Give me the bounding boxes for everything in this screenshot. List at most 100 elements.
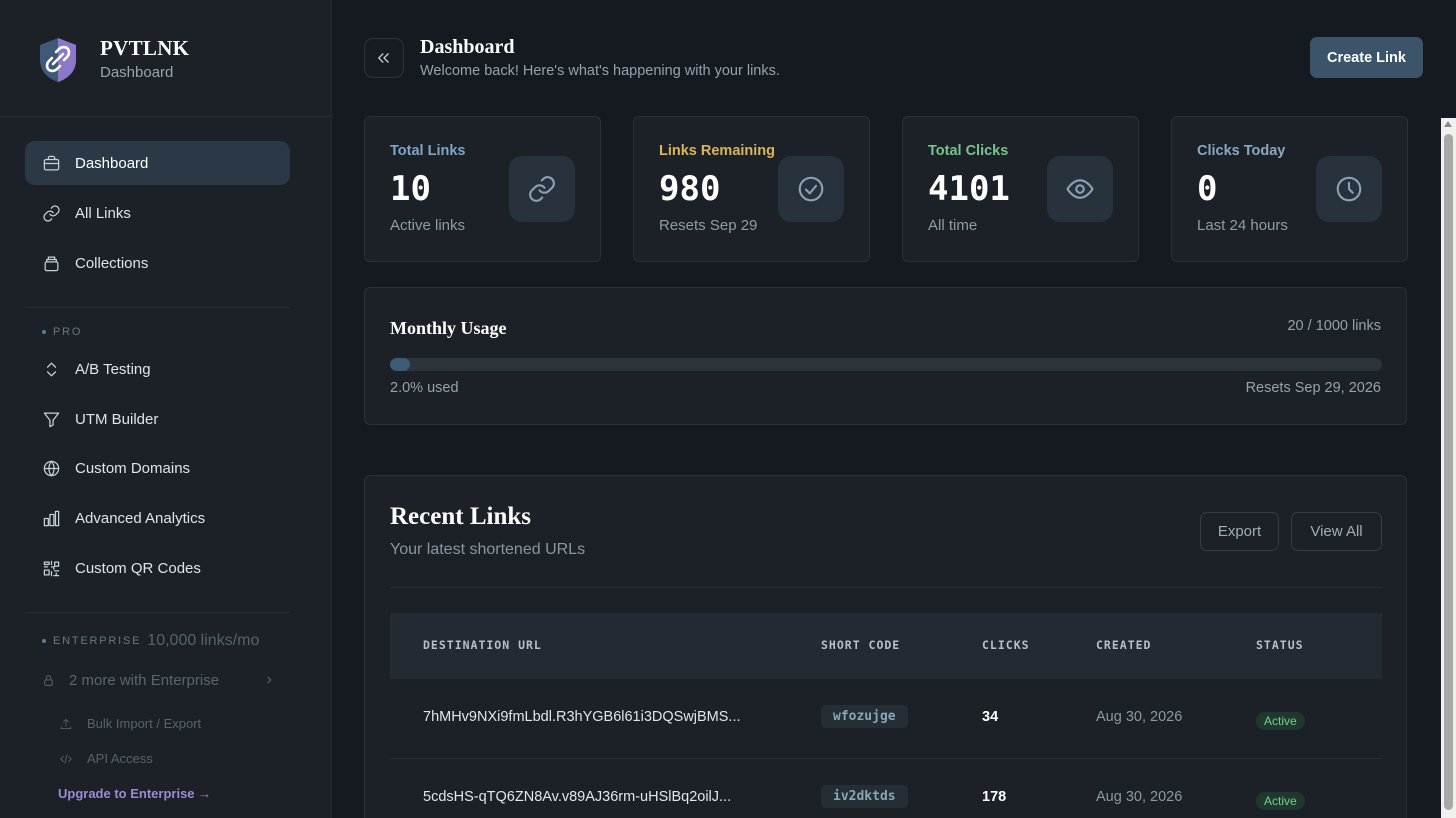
sidebar-item-label: Custom Domains (75, 459, 191, 477)
stat-value: 0 (1197, 169, 1218, 209)
globe-icon (41, 458, 61, 478)
sidebar-item-label: Dashboard (75, 154, 149, 172)
page-subtitle: Welcome back! Here's what's happening wi… (420, 63, 780, 79)
destination-url[interactable]: 5cdsHS-qTQ6ZN8Av.v89AJ36rm-uHSlBq2oilJ..… (423, 789, 731, 805)
sidebar-item-label: Collections (75, 254, 149, 272)
brand-name: PVTLNK (100, 36, 190, 60)
sidebar-item-ab-testing[interactable]: A/B Testing (25, 347, 290, 391)
page-title: Dashboard (420, 36, 515, 58)
enterprise-more-toggle[interactable]: 2 more with Enterprise › (42, 668, 272, 692)
create-link-button[interactable]: Create Link (1310, 37, 1423, 78)
recent-links-divider (390, 587, 1382, 588)
lock-icon (42, 674, 55, 687)
stat-card-links-remaining: Links Remaining 980 Resets Sep 29 (633, 116, 870, 262)
sidebar-item-advanced-analytics[interactable]: Advanced Analytics (25, 496, 290, 540)
recent-links-subtitle: Your latest shortened URLs (390, 541, 586, 558)
filter-icon (41, 409, 61, 429)
brand-subtitle: Dashboard (100, 64, 174, 81)
enterprise-item-bulk-import[interactable]: Bulk Import / Export (59, 716, 201, 731)
recent-links-card: Recent Links Your latest shortened URLs … (364, 475, 1407, 818)
column-header-short-code[interactable]: SHORT CODE (821, 638, 900, 652)
sidebar-item-label: Advanced Analytics (75, 509, 206, 527)
column-header-status[interactable]: STATUS (1256, 638, 1304, 652)
sidebar-item-all-links[interactable]: All Links (25, 191, 290, 235)
stat-value: 980 (659, 169, 721, 209)
usage-progress-bar (390, 358, 1382, 371)
enterprise-item-api-access[interactable]: API Access (59, 751, 153, 766)
stat-note: Last 24 hours (1197, 217, 1288, 234)
stat-value: 10 (390, 169, 431, 209)
view-all-button[interactable]: View All (1291, 512, 1382, 551)
click-count: 178 (982, 789, 1007, 805)
brand[interactable]: PVTLNK Dashboard (36, 36, 189, 86)
created-date: Aug 30, 2026 (1096, 709, 1183, 725)
chevrons-left-icon (377, 53, 389, 63)
enterprise-item-label: API Access (87, 751, 153, 766)
layers-icon (41, 253, 61, 273)
sidebar-divider (0, 116, 332, 117)
pro-section-label: PRO (42, 326, 82, 338)
monthly-usage-card: Monthly Usage 20 / 1000 links 2.0% used … (364, 287, 1407, 425)
table-header: DESTINATION URL SHORT CODE CLICKS CREATE… (390, 613, 1382, 679)
sidebar-item-dashboard[interactable]: Dashboard (25, 141, 290, 185)
stat-label: Clicks Today (1197, 143, 1286, 159)
recent-links-table: DESTINATION URL SHORT CODE CLICKS CREATE… (390, 613, 1382, 818)
click-count: 34 (982, 709, 999, 725)
chevron-right-icon: › (266, 671, 272, 688)
stat-card-total-links: Total Links 10 Active links (364, 116, 601, 262)
sidebar-item-collections[interactable]: Collections (25, 241, 290, 285)
stat-note: All time (928, 217, 978, 234)
enterprise-item-label: Bulk Import / Export (87, 716, 202, 731)
table-row[interactable]: 7hMHv9NXi9fmLbdl.R3hYGB6l61i3DQSwjBMS...… (390, 679, 1382, 759)
sidebar-item-label: UTM Builder (75, 410, 159, 428)
column-header-created[interactable]: CREATED (1096, 638, 1151, 652)
sidebar-item-label: All Links (75, 204, 131, 222)
chevrons-up-down-icon (41, 359, 61, 379)
destination-url[interactable]: 7hMHv9NXi9fmLbdl.R3hYGB6l61i3DQSwjBMS... (423, 709, 741, 725)
bar-chart-icon (41, 508, 61, 528)
sidebar-item-custom-qr-codes[interactable]: Custom QR Codes (25, 546, 290, 590)
sidebar-item-custom-domains[interactable]: Custom Domains (25, 446, 290, 490)
sidebar-item-utm-builder[interactable]: UTM Builder (25, 397, 290, 441)
briefcase-icon (41, 153, 61, 173)
recent-links-title: Recent Links (390, 503, 531, 530)
eye-icon (1047, 156, 1113, 222)
short-code[interactable]: iv2dktds (821, 785, 908, 808)
usage-progress-fill (390, 358, 410, 371)
stat-note: Resets Sep 29 (659, 217, 758, 234)
usage-reset-date: Resets Sep 29, 2026 (1245, 380, 1381, 396)
sidebar-divider (25, 612, 290, 613)
scroll-up-arrow-icon[interactable] (1444, 121, 1452, 127)
stat-label: Total Clicks (928, 143, 1009, 159)
stat-card-total-clicks: Total Clicks 4101 All time (902, 116, 1139, 262)
export-button[interactable]: Export (1200, 512, 1279, 551)
enterprise-limit: 10,000 links/mo (147, 632, 260, 649)
stat-label: Links Remaining (659, 143, 776, 159)
created-date: Aug 30, 2026 (1096, 789, 1183, 805)
upload-icon (60, 718, 72, 729)
stat-note: Active links (390, 217, 466, 234)
stat-label: Total Links (390, 143, 466, 159)
usage-title: Monthly Usage (390, 318, 507, 338)
column-header-clicks[interactable]: CLICKS (982, 638, 1030, 652)
collapse-sidebar-button[interactable] (364, 38, 404, 78)
column-header-destination[interactable]: DESTINATION URL (423, 638, 542, 652)
status-badge: Active (1256, 792, 1305, 810)
status-badge: Active (1256, 712, 1305, 730)
stat-card-clicks-today: Clicks Today 0 Last 24 hours (1171, 116, 1408, 262)
scrollbar-thumb[interactable] (1444, 134, 1453, 810)
sidebar-item-label: Custom QR Codes (75, 559, 201, 577)
clock-icon (1316, 156, 1382, 222)
enterprise-more-label: 2 more with Enterprise (69, 671, 220, 689)
check-circle-icon (778, 156, 844, 222)
upgrade-enterprise-link[interactable]: Upgrade to Enterprise → (58, 786, 211, 801)
sidebar: PVTLNK Dashboard Dashboard All Links Col… (0, 0, 332, 818)
usage-percent: 2.0% used (390, 380, 459, 396)
link-icon (41, 203, 61, 223)
table-row[interactable]: 5cdsHS-qTQ6ZN8Av.v89AJ36rm-uHSlBq2oilJ..… (390, 759, 1382, 818)
sidebar-divider (25, 307, 290, 308)
short-code[interactable]: wfozujge (821, 705, 908, 728)
sidebar-item-label: A/B Testing (75, 360, 151, 378)
shield-link-logo-icon (40, 38, 76, 82)
page-scrollbar[interactable] (1441, 118, 1456, 818)
